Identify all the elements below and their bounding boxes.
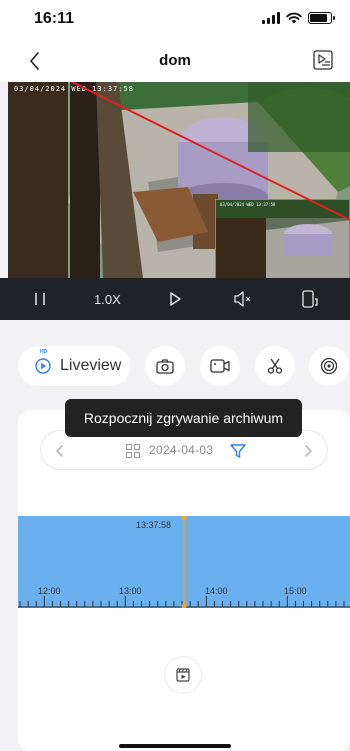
wifi-icon xyxy=(286,12,302,24)
home-indicator[interactable] xyxy=(119,744,231,748)
filter-icon[interactable] xyxy=(229,442,247,460)
tick-label-13: 13:00 xyxy=(119,586,142,596)
tooltip: Rozpocznij zgrywanie archiwum xyxy=(65,399,302,437)
pause-icon xyxy=(35,293,45,305)
zoom-speed-button[interactable]: 1.0X xyxy=(89,284,125,314)
playback-panel: 2024-04-03 13:37:58 12:00 13:00 14:00 15… xyxy=(18,410,350,751)
hd-badge: HD xyxy=(40,349,48,355)
page-title: dom xyxy=(159,52,191,69)
liveview-label: Liveview xyxy=(60,357,122,374)
status-icons xyxy=(262,12,335,24)
play-icon xyxy=(170,292,181,306)
nav-bar: dom xyxy=(0,40,350,82)
playhead-top-dot xyxy=(181,516,187,521)
fisheye-button[interactable] xyxy=(309,346,349,386)
annotation-line xyxy=(69,82,350,221)
speaker-mute-icon xyxy=(233,291,251,307)
pause-button[interactable] xyxy=(22,284,58,314)
snapshot-button[interactable] xyxy=(145,346,185,386)
zoom-label: 1.0X xyxy=(94,291,121,307)
rotate-screen-icon xyxy=(302,290,318,308)
playlist-icon[interactable] xyxy=(312,49,334,71)
play-button[interactable] xyxy=(157,284,193,314)
tick-label-12: 12:00 xyxy=(38,586,61,596)
tick-label-15: 15:00 xyxy=(284,586,307,596)
playhead-time: 13:37:58 xyxy=(136,520,172,530)
camera-video-view[interactable]: 03/04/2024 WED 13:37:58 03/04/2024 WED 1… xyxy=(8,82,350,278)
date-prev-chevron-icon[interactable] xyxy=(53,443,67,459)
action-row: HD Liveview xyxy=(18,346,350,388)
film-icon xyxy=(176,668,190,682)
mute-button[interactable] xyxy=(225,284,261,314)
scissors-icon xyxy=(267,358,283,374)
tick-label-14: 14:00 xyxy=(205,586,228,596)
date-value[interactable]: 2024-04-03 xyxy=(149,443,213,457)
camera-icon xyxy=(156,359,174,374)
rotate-screen-button[interactable] xyxy=(292,284,328,314)
battery-icon xyxy=(308,12,335,24)
status-time: 16:11 xyxy=(34,10,75,27)
clip-button[interactable] xyxy=(255,346,295,386)
date-next-chevron-icon[interactable] xyxy=(301,443,315,459)
playback-controls: 1.0X xyxy=(0,278,350,320)
play-circle-icon xyxy=(35,358,51,374)
status-bar: 16:11 xyxy=(0,0,350,40)
video-record-icon xyxy=(210,359,230,373)
recording-timeline[interactable]: 13:37:58 12:00 13:00 14:00 15:00 xyxy=(18,516,350,608)
cellular-signal-icon xyxy=(262,12,280,24)
archive-download-button[interactable] xyxy=(165,657,201,693)
record-button[interactable] xyxy=(200,346,240,386)
liveview-button[interactable]: HD Liveview xyxy=(18,346,130,386)
lens-icon xyxy=(320,357,338,375)
grid-icon[interactable] xyxy=(125,443,141,459)
